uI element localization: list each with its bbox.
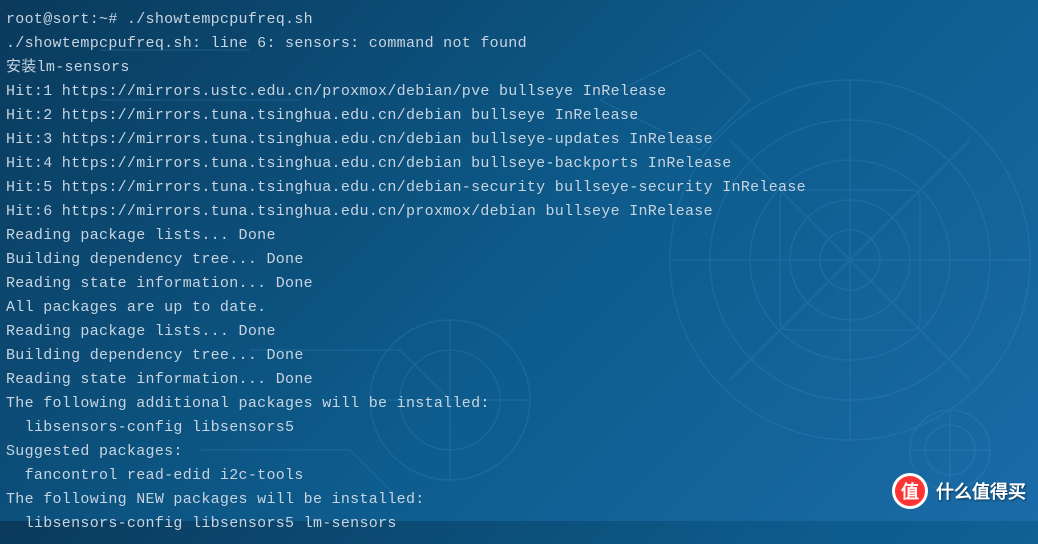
terminal-line: Hit:1 https://mirrors.ustc.edu.cn/proxmo… xyxy=(6,80,1032,104)
terminal-line: Hit:4 https://mirrors.tuna.tsinghua.edu.… xyxy=(6,152,1032,176)
terminal-line: The following NEW packages will be insta… xyxy=(6,488,1032,512)
terminal-line: Reading package lists... Done xyxy=(6,224,1032,248)
terminal-line: libsensors-config libsensors5 lm-sensors xyxy=(6,512,1032,536)
watermark-label: 什么值得买 xyxy=(936,478,1026,504)
terminal-line: libsensors-config libsensors5 xyxy=(6,416,1032,440)
terminal-line: Hit:2 https://mirrors.tuna.tsinghua.edu.… xyxy=(6,104,1032,128)
terminal-line: All packages are up to date. xyxy=(6,296,1032,320)
terminal-line: 安装lm-sensors xyxy=(6,56,1032,80)
watermark: 值 什么值得买 xyxy=(892,473,1026,509)
watermark-badge-icon: 值 xyxy=(892,473,928,509)
terminal-line: The following additional packages will b… xyxy=(6,392,1032,416)
terminal-line: Building dependency tree... Done xyxy=(6,344,1032,368)
terminal-line: ./showtempcpufreq.sh: line 6: sensors: c… xyxy=(6,32,1032,56)
terminal-line: Hit:6 https://mirrors.tuna.tsinghua.edu.… xyxy=(6,200,1032,224)
terminal-line: Reading state information... Done xyxy=(6,272,1032,296)
terminal-line: Hit:3 https://mirrors.tuna.tsinghua.edu.… xyxy=(6,128,1032,152)
watermark-badge-text: 值 xyxy=(901,478,919,504)
terminal-line: Building dependency tree... Done xyxy=(6,248,1032,272)
terminal-line: Reading package lists... Done xyxy=(6,320,1032,344)
terminal-line: fancontrol read-edid i2c-tools xyxy=(6,464,1032,488)
terminal-line: Suggested packages: xyxy=(6,440,1032,464)
terminal-line: Reading state information... Done xyxy=(6,368,1032,392)
terminal-line: Hit:5 https://mirrors.tuna.tsinghua.edu.… xyxy=(6,176,1032,200)
terminal-output[interactable]: root@sort:~# ./showtempcpufreq.sh ./show… xyxy=(0,0,1038,544)
terminal-line: root@sort:~# ./showtempcpufreq.sh xyxy=(6,8,1032,32)
